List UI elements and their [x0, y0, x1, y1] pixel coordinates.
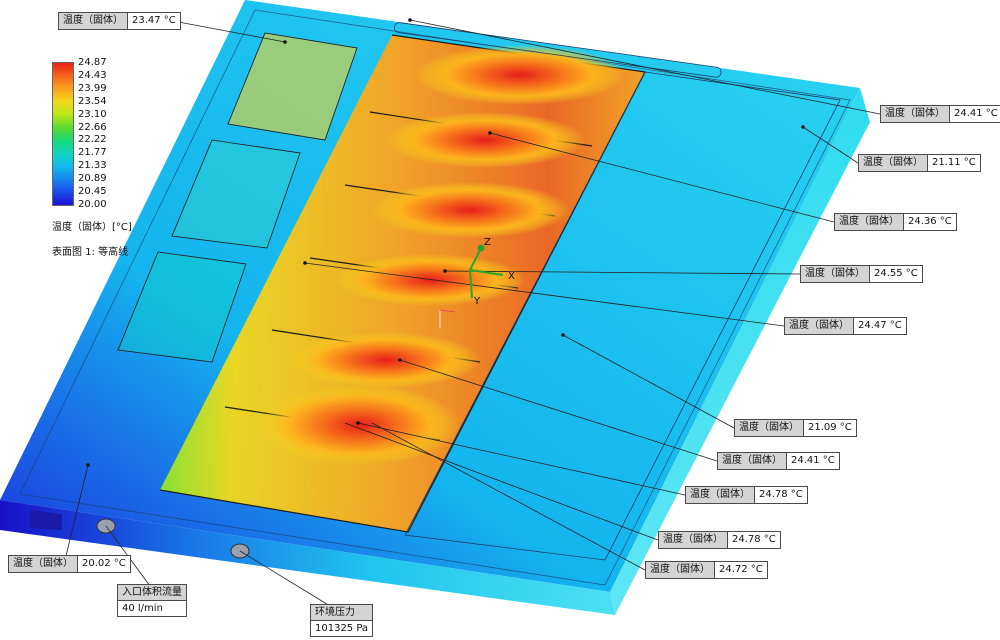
- plot-label: 表面图 1: 等高线: [52, 247, 129, 258]
- legend-tick-label: 20.45: [78, 186, 107, 198]
- probe-label: 温度（固体）: [59, 13, 128, 29]
- probe-callout[interactable]: 温度（固体） 24.78 °C: [685, 486, 808, 504]
- probe-callout[interactable]: 温度（固体） 24.41 °C: [717, 452, 840, 470]
- legend-tick-label: 24.87: [78, 57, 107, 68]
- legend-tick-label: 22.66: [78, 121, 107, 133]
- probe-value: 23.47 °C: [128, 13, 180, 29]
- probe-value: 24.41 °C: [950, 106, 1000, 122]
- legend-tick-label: 24.43: [78, 69, 107, 81]
- legend-color-bar: [52, 62, 74, 206]
- viewport[interactable]: Z X Y 24.87 24.43 23.99 23.54 23.10 22.66 22.2…: [0, 0, 1000, 640]
- probe-label: 温度（固体）: [646, 562, 715, 578]
- probe-label: 温度（固体）: [785, 318, 854, 334]
- probe-value: 24.47 °C: [854, 318, 906, 334]
- legend-title: 温度（固体）[°C]: [52, 222, 132, 233]
- triad-x-label: X: [508, 271, 515, 282]
- legend-tick-label: 21.77: [78, 147, 107, 159]
- probe-label: 温度（固体）: [859, 155, 928, 171]
- legend-tick-label: 20.00: [78, 199, 107, 210]
- probe-callout[interactable]: 温度（固体） 24.41 °C: [880, 105, 1000, 123]
- legend-tick-label: 23.99: [78, 82, 107, 94]
- legend-tick-label: 22.22: [78, 134, 107, 146]
- probe-value: 24.41 °C: [787, 453, 839, 469]
- probe-label: 温度（固体）: [881, 106, 950, 122]
- legend-tick-label: 23.54: [78, 95, 107, 107]
- inlet-flow-value: 40 l/min: [118, 601, 186, 616]
- probe-value: 20.02 °C: [78, 556, 130, 572]
- probe-label: 温度（固体）: [835, 214, 904, 230]
- probe-callout[interactable]: 温度（固体） 24.36 °C: [834, 213, 957, 231]
- probe-callout[interactable]: 温度（固体） 24.78 °C: [658, 531, 781, 549]
- probe-label: 温度（固体）: [735, 420, 804, 436]
- inlet-flow-callout[interactable]: 入口体积流量 40 l/min: [117, 584, 187, 617]
- probe-value: 21.11 °C: [928, 155, 980, 171]
- probe-callout[interactable]: 温度（固体） 23.47 °C: [58, 12, 181, 30]
- probe-callout[interactable]: 温度（固体） 21.11 °C: [858, 154, 981, 172]
- legend-tick-label: 21.33: [78, 160, 107, 172]
- triad-z-label: Z: [484, 237, 491, 248]
- probe-value: 24.78 °C: [728, 532, 780, 548]
- triad-y-label: Y: [473, 296, 481, 307]
- probe-value: 24.78 °C: [755, 487, 807, 503]
- ambient-pressure-value: 101325 Pa: [311, 621, 373, 636]
- probe-callout[interactable]: 温度（固体） 24.72 °C: [645, 561, 768, 579]
- probe-value: 24.36 °C: [904, 214, 956, 230]
- probe-callout[interactable]: 温度（固体） 21.09 °C: [734, 419, 857, 437]
- probe-callout[interactable]: 温度（固体） 24.47 °C: [784, 317, 907, 335]
- probe-label: 温度（固体）: [718, 453, 787, 469]
- probe-value: 21.09 °C: [804, 420, 856, 436]
- probe-callout[interactable]: 温度（固体） 20.02 °C: [8, 555, 131, 573]
- ambient-pressure-label: 环境压力: [311, 605, 373, 621]
- legend-tick-label: 20.89: [78, 173, 107, 185]
- probe-label: 温度（固体）: [9, 556, 78, 572]
- probe-value: 24.72 °C: [715, 562, 767, 578]
- inlet-flow-label: 入口体积流量: [118, 585, 186, 601]
- probe-label: 温度（固体）: [686, 487, 755, 503]
- probe-label: 温度（固体）: [801, 266, 870, 282]
- ambient-pressure-callout[interactable]: 环境压力 101325 Pa: [310, 604, 374, 637]
- probe-label: 温度（固体）: [659, 532, 728, 548]
- legend-tick-label: 23.10: [78, 108, 107, 120]
- probe-callout[interactable]: 温度（固体） 24.55 °C: [800, 265, 923, 283]
- probe-value: 24.55 °C: [870, 266, 922, 282]
